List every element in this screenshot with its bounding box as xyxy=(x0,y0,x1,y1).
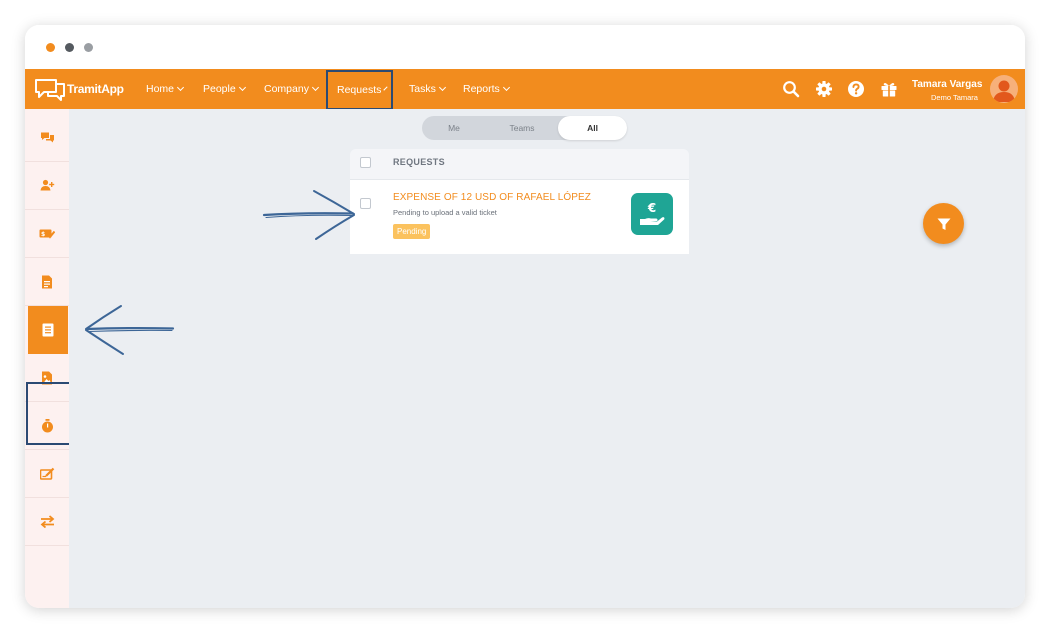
request-row[interactable]: EXPENSE OF 12 USD OF RAFAEL LÓPEZ Pendin… xyxy=(350,180,689,254)
nav-company[interactable]: Company xyxy=(264,69,319,109)
expense-request-icon: € xyxy=(631,193,673,235)
sidebar-item-transfers[interactable] xyxy=(25,498,69,546)
requests-header-label: REQUESTS xyxy=(393,157,445,167)
sidebar-item-expenses[interactable]: $ xyxy=(25,210,69,258)
filter-button[interactable] xyxy=(923,203,964,244)
svg-text:$: $ xyxy=(41,231,45,238)
signature-icon xyxy=(39,467,54,480)
expense-icon: $ xyxy=(39,229,55,239)
nav-requests[interactable]: Requests xyxy=(326,70,393,110)
annotation-arrow-right xyxy=(262,190,355,240)
chevron-down-icon xyxy=(176,83,185,92)
nav-people[interactable]: People xyxy=(203,69,246,109)
chevron-down-icon xyxy=(311,83,319,92)
gift-icon[interactable] xyxy=(880,80,898,98)
nav-company-label: Company xyxy=(264,83,309,95)
sidebar-item-signatures[interactable] xyxy=(25,450,69,498)
nav-people-label: People xyxy=(203,83,236,95)
transfer-icon xyxy=(40,515,54,528)
scope-option-me[interactable]: Me xyxy=(422,116,486,140)
window-maximize-dot[interactable] xyxy=(84,43,93,52)
left-sidebar: $ xyxy=(25,109,81,608)
add-user-icon xyxy=(40,179,54,191)
logo-text: TramitApp xyxy=(67,82,124,96)
search-icon[interactable] xyxy=(782,80,800,98)
request-row-checkbox[interactable] xyxy=(360,198,371,209)
user-company: Demo Tamara xyxy=(931,93,978,102)
requests-icon xyxy=(42,323,54,337)
user-name[interactable]: Tamara Vargas xyxy=(912,79,982,90)
chevron-down-icon xyxy=(383,86,388,91)
nav-home[interactable]: Home xyxy=(146,69,185,109)
chevron-down-icon xyxy=(238,83,246,92)
request-subtitle: Pending to upload a valid ticket xyxy=(393,208,497,217)
sidebar-item-documents[interactable] xyxy=(25,258,69,306)
nav-home-label: Home xyxy=(146,83,175,95)
nav-reports[interactable]: Reports xyxy=(463,69,510,109)
scope-toggle: Me Teams All xyxy=(422,116,627,140)
sidebar-item-add-user[interactable] xyxy=(25,162,69,210)
document-icon xyxy=(42,275,52,288)
filter-icon xyxy=(937,218,950,230)
status-badge: Pending xyxy=(393,224,431,239)
nav-tasks[interactable]: Tasks xyxy=(409,69,446,109)
chevron-down-icon xyxy=(502,83,510,92)
chevron-down-icon xyxy=(438,83,446,92)
gear-icon[interactable] xyxy=(815,80,833,98)
avatar[interactable] xyxy=(990,75,1018,103)
requests-panel: REQUESTS EXPENSE OF 12 USD OF RAFAEL LÓP… xyxy=(350,149,689,254)
nav-requests-label: Requests xyxy=(337,84,382,96)
sidebar-item-chat[interactable] xyxy=(25,114,69,162)
euro-symbol: € xyxy=(647,201,656,215)
app-window: TramitApp Home People Company Requests T… xyxy=(25,25,1025,608)
app-logo[interactable]: TramitApp xyxy=(34,76,124,102)
request-title[interactable]: EXPENSE OF 12 USD OF RAFAEL LÓPEZ xyxy=(393,192,591,203)
window-close-dot[interactable] xyxy=(46,43,55,52)
logo-bubble-icon xyxy=(35,79,65,101)
requests-panel-header: REQUESTS xyxy=(350,149,689,180)
main-content: Me Teams All REQUESTS EXPENSE OF 12 USD … xyxy=(69,109,1025,608)
window-titlebar xyxy=(25,25,1025,69)
nav-tasks-label: Tasks xyxy=(409,83,436,95)
window-minimize-dot[interactable] xyxy=(65,43,74,52)
top-navbar: TramitApp Home People Company Requests T… xyxy=(25,69,1025,110)
help-icon[interactable] xyxy=(847,80,865,98)
scope-option-teams[interactable]: Teams xyxy=(486,116,558,140)
scope-option-all[interactable]: All xyxy=(558,116,627,140)
select-all-checkbox[interactable] xyxy=(360,157,371,168)
chat-icon xyxy=(40,132,54,143)
sidebar-item-requests[interactable] xyxy=(28,306,68,354)
nav-reports-label: Reports xyxy=(463,83,500,95)
annotation-arrow-left xyxy=(85,305,175,355)
